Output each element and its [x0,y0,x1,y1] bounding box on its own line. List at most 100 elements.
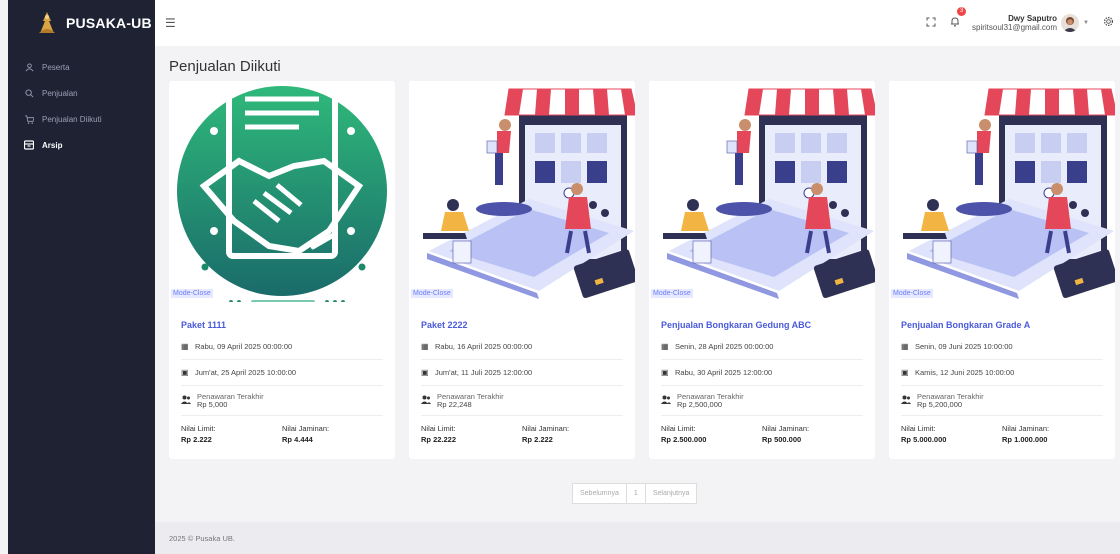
last-bid-value: Rp 5,200,000 [917,399,963,409]
end-date: Jum'at, 25 April 2025 10:00:00 [195,368,297,377]
user-email: spiritsoul31@gmail.com [972,23,1058,32]
topbar: ☰ 3 Dwy Saputro spiritsoul31@gmail.com ▼ [155,0,1120,46]
brand-name: PUSAKA-UB [66,15,152,31]
calendar-check-icon: ▣ [901,368,909,377]
guarantee-value: Rp 2.222 [522,435,553,444]
start-date: Rabu, 16 April 2025 00:00:00 [435,342,533,351]
card-image: Mode-Close [889,81,1115,302]
sidebar: PUSAKA-UB Peserta Penjualan Penjualan Di… [8,0,155,554]
card-body: Penjualan Bongkaran Grade A ▦ Senin, 09 … [889,320,1115,444]
topbar-actions: 3 Dwy Saputro spiritsoul31@gmail.com ▼ [926,0,1114,46]
guarantee-label: Nilai Jaminan: [522,424,570,433]
start-date-row: ▦ Rabu, 09 April 2025 00:00:00 [181,334,383,360]
sidebar-item-penjualan[interactable]: Penjualan [8,80,155,106]
user-icon [24,62,34,72]
guarantee-value: Rp 4.444 [282,435,313,444]
calendar-check-icon: ▣ [661,368,669,377]
card-title[interactable]: Paket 2222 [421,320,623,334]
auction-card[interactable]: Mode-Close Penjualan Bongkaran Gedung AB… [649,81,875,459]
limits-row: Nilai Limit: Rp 2.500.000 Nilai Jaminan:… [661,416,863,444]
auction-card[interactable]: Mode-Close Paket 2222 ▦ Rabu, 16 April 2… [409,81,635,459]
start-date: Senin, 28 April 2025 00:00:00 [675,342,774,351]
calendar-icon: ▦ [421,342,429,351]
pagination-page-1[interactable]: 1 [627,484,646,503]
notification-badge: 3 [957,7,966,16]
chevron-down-icon[interactable]: ▼ [1083,20,1089,26]
sidebar-item-label: Peserta [42,62,70,72]
menu-toggle-icon[interactable]: ☰ [165,16,176,30]
calendar-icon: ▦ [901,342,909,351]
last-bid-value: Rp 2,500,000 [677,399,723,409]
card-title[interactable]: Penjualan Bongkaran Grade A [901,320,1103,334]
start-date-row: ▦ Rabu, 16 April 2025 00:00:00 [421,334,623,360]
user-name: Dwy Saputro [1008,14,1058,23]
pagination-prev-button[interactable]: Sebelumnya [573,484,627,503]
calendar-check-icon: ▣ [181,368,189,377]
online-shop-illustration-icon [649,81,875,302]
card-title[interactable]: Penjualan Bongkaran Gedung ABC [661,320,863,334]
end-date: Kamis, 12 Juni 2025 10:00:00 [915,368,1015,377]
guarantee-label: Nilai Jaminan: [762,424,810,433]
start-date-row: ▦ Senin, 09 Juni 2025 10:00:00 [901,334,1103,360]
end-date-row: ▣ Rabu, 30 April 2025 12:00:00 [661,360,863,386]
auction-card[interactable]: Mode-Close Paket 1111 ▦ Rabu, 09 April 2… [169,81,395,459]
users-icon [181,395,193,406]
users-icon [421,395,433,406]
card-body: Penjualan Bongkaran Gedung ABC ▦ Senin, … [649,320,875,444]
sidebar-item-label: Penjualan [42,88,78,98]
avatar[interactable] [1061,14,1080,32]
user-info[interactable]: Dwy Saputro spiritsoul31@gmail.com [972,14,1057,32]
sidebar-item-peserta[interactable]: Peserta [8,54,155,80]
last-bid-row: Penawaran Terakhir Rp 5,000 [181,386,383,416]
guarantee-value: Rp 500.000 [762,435,802,444]
mode-badge: Mode-Close [651,289,693,298]
sidebar-item-label: Arsip [42,140,63,150]
footer: 2025 © Pusaka UB. [155,522,1120,554]
users-icon [661,395,673,406]
limits-row: Nilai Limit: Rp 5.000.000 Nilai Jaminan:… [901,416,1103,444]
pagination: Sebelumnya 1 Selanjutnya [572,483,698,504]
gear-icon[interactable] [1103,16,1114,30]
auction-card[interactable]: Mode-Close Penjualan Bongkaran Grade A ▦… [889,81,1115,459]
limit-value: Rp 5.000.000 [901,435,947,444]
guarantee-value: Rp 1.000.000 [1002,435,1048,444]
calendar-icon: ▦ [181,342,189,351]
end-date: Jum'at, 11 Juli 2025 12:00:00 [435,368,533,377]
last-bid-value: Rp 5,000 [197,399,228,409]
fullscreen-icon[interactable] [926,17,936,30]
sidebar-nav: Peserta Penjualan Penjualan Diikuti Arsi… [8,54,155,158]
page-title: Penjualan Diikuti [169,58,281,75]
guarantee-label: Nilai Jaminan: [1002,424,1050,433]
notification-bell-icon[interactable]: 3 [950,7,966,32]
limits-row: Nilai Limit: Rp 22.222 Nilai Jaminan: Rp… [421,416,623,444]
calendar-check-icon: ▣ [421,368,429,377]
end-date-row: ▣ Jum'at, 25 April 2025 10:00:00 [181,360,383,386]
guarantee-label: Nilai Jaminan: [282,424,330,433]
limit-label: Nilai Limit: [901,424,936,433]
last-bid-value: Rp 22,248 [437,399,472,409]
limit-label: Nilai Limit: [421,424,456,433]
card-image: Mode-Close [169,81,395,304]
limit-label: Nilai Limit: [661,424,696,433]
footer-text: 2025 © Pusaka UB. [169,533,235,543]
limit-value: Rp 2.500.000 [661,435,707,444]
end-date-row: ▣ Jum'at, 11 Juli 2025 12:00:00 [421,360,623,386]
sidebar-item-penjualan-diikuti[interactable]: Penjualan Diikuti [8,106,155,132]
cart-icon [24,114,34,124]
start-date-row: ▦ Senin, 28 April 2025 00:00:00 [661,334,863,360]
card-body: Paket 1111 ▦ Rabu, 09 April 2025 00:00:0… [169,320,395,444]
brand-logo-icon [39,12,55,33]
last-bid-row: Penawaran Terakhir Rp 5,200,000 [901,386,1103,416]
limit-label: Nilai Limit: [181,424,216,433]
last-bid-row: Penawaran Terakhir Rp 2,500,000 [661,386,863,416]
limit-value: Rp 22.222 [421,435,457,444]
end-date: Rabu, 30 April 2025 12:00:00 [675,368,773,377]
mode-badge: Mode-Close [171,289,213,298]
brand[interactable]: PUSAKA-UB [8,0,155,46]
pagination-next-button[interactable]: Selanjutnya [646,484,697,503]
mode-badge: Mode-Close [411,289,453,298]
card-title[interactable]: Paket 1111 [181,320,383,334]
sidebar-item-arsip[interactable]: Arsip [8,132,155,158]
users-icon [901,395,913,406]
online-shop-illustration-icon [409,81,635,302]
